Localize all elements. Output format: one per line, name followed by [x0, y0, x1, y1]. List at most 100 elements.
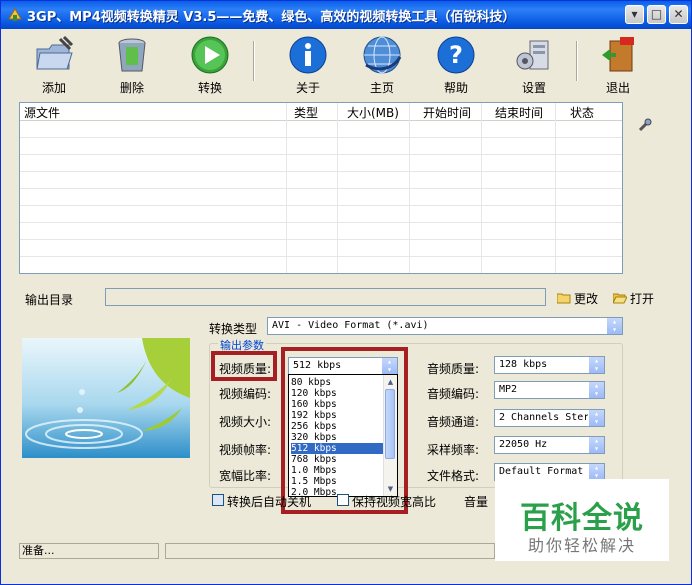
about-button[interactable]: 关于	[275, 31, 341, 97]
file-format-value: Default Format	[499, 466, 584, 477]
video-fps-label: 视频帧率:	[219, 443, 272, 457]
grid-line	[20, 222, 622, 223]
grid-line	[20, 256, 622, 257]
keep-aspect-label: 保持视频宽高比	[352, 495, 437, 509]
grid-line	[20, 154, 622, 155]
status-bar-progress	[165, 543, 495, 559]
chevron-down-icon: ▴ ▾	[588, 382, 604, 398]
column-source-file[interactable]: 源文件	[24, 104, 60, 121]
watermark-title: 百科全说	[520, 501, 644, 536]
audio-channels-value: 2 Channels Stere	[499, 412, 596, 423]
chevron-down-icon: ▴ ▾	[588, 410, 604, 426]
app-window: 3GP、MP4视频转换精灵 V3.5——免费、绿色、高效的视频转换工具（佰锐科技…	[0, 0, 692, 585]
exit-label: 退出	[605, 81, 630, 95]
convert-label: 转换	[197, 81, 222, 95]
open-dir-button[interactable]: 打开	[613, 290, 654, 307]
audio-codec-label: 音频编码:	[427, 387, 480, 401]
column-status[interactable]: 状态	[570, 104, 594, 121]
help-button[interactable]: ? 帮助	[423, 31, 489, 97]
sample-rate-value: 22050 Hz	[499, 439, 548, 450]
maximize-icon: □	[650, 7, 663, 21]
output-dir-label: 输出目录	[25, 293, 74, 307]
keep-aspect-checkbox[interactable]	[337, 494, 349, 506]
audio-channels-select[interactable]: 2 Channels Stere ▴ ▾	[494, 409, 605, 427]
open-folder-icon	[613, 293, 627, 304]
delete-label: 删除	[119, 81, 144, 95]
home-button[interactable]: 主页	[349, 31, 415, 97]
toolbar-separator	[576, 41, 578, 81]
column-type[interactable]: 类型	[294, 104, 318, 121]
help-icon: ?	[437, 36, 475, 74]
audio-quality-select[interactable]: 128 kbps ▴ ▾	[494, 356, 605, 374]
trash-icon	[118, 38, 146, 72]
sample-rate-select[interactable]: 22050 Hz ▴ ▾	[494, 436, 605, 454]
settings-icon	[516, 40, 549, 70]
about-label: 关于	[295, 81, 320, 95]
minimize-button[interactable]: ▾	[625, 5, 644, 24]
watermark-subtitle: 助你轻松解决	[527, 536, 636, 555]
info-icon	[289, 36, 327, 74]
clear-list-icon[interactable]	[637, 117, 653, 133]
grid-line	[20, 205, 622, 206]
audio-codec-value: MP2	[499, 384, 518, 395]
chevron-down-icon: ▴ ▾	[606, 318, 622, 334]
water-leaf-picture	[22, 338, 190, 458]
audio-quality-value: 128 kbps	[499, 359, 548, 370]
settings-button[interactable]: 设置	[501, 31, 567, 97]
title-bar[interactable]: 3GP、MP4视频转换精灵 V3.5——免费、绿色、高效的视频转换工具（佰锐科技…	[1, 1, 691, 29]
file-format-label: 文件格式:	[427, 469, 480, 483]
file-list[interactable]: 源文件 类型 大小(MB) 开始时间 结束时间 状态	[19, 102, 623, 274]
open-dir-label: 打开	[630, 292, 655, 306]
audio-channels-label: 音频通道:	[427, 415, 480, 429]
folder-icon	[557, 293, 571, 304]
convert-button[interactable]: 转换	[177, 31, 243, 97]
highlight-box-dropdown	[281, 347, 408, 514]
output-dir-field[interactable]	[105, 288, 546, 306]
video-size-label: 视频大小:	[219, 415, 272, 429]
toolbar: 添加 删除 转换 关于 主页 ? 帮助 设置 退出	[1, 31, 691, 97]
audio-quality-label: 音频质量:	[427, 362, 480, 376]
minimize-icon: ▾	[631, 7, 638, 21]
preview-image	[22, 338, 190, 458]
column-end-time[interactable]: 结束时间	[495, 104, 543, 121]
add-folder-icon	[36, 35, 74, 70]
file-list-header: 源文件 类型 大小(MB) 开始时间 结束时间 状态	[20, 103, 622, 121]
help-label: 帮助	[443, 81, 468, 95]
delete-button[interactable]: 删除	[99, 31, 165, 97]
chevron-down-icon: ▴ ▾	[588, 437, 604, 453]
grid-line	[20, 137, 622, 138]
close-button[interactable]: ✕	[669, 5, 688, 24]
exit-button[interactable]: 退出	[585, 31, 651, 97]
exit-door-icon	[602, 37, 634, 72]
home-label: 主页	[369, 81, 394, 95]
grid-line	[20, 171, 622, 172]
chevron-down-icon: ▴ ▾	[588, 464, 604, 480]
column-start-time[interactable]: 开始时间	[423, 104, 471, 121]
grid-line	[20, 188, 622, 189]
aspect-ratio-label: 宽幅比率:	[219, 469, 272, 483]
settings-label: 设置	[521, 81, 546, 95]
convert-type-select[interactable]: AVI - Video Format (*.avi) ▴ ▾	[267, 317, 623, 335]
svg-text:?: ?	[449, 41, 463, 69]
toolbar-separator	[253, 41, 255, 81]
change-dir-button[interactable]: 更改	[557, 290, 598, 307]
grid-line	[20, 239, 622, 240]
video-codec-label: 视频编码:	[219, 387, 272, 401]
maximize-button[interactable]: □	[647, 5, 666, 24]
convert-type-value: AVI - Video Format (*.avi)	[272, 320, 429, 331]
highlight-box-quality-label	[211, 351, 277, 381]
volume-label: 音量	[464, 495, 489, 509]
shutdown-label: 转换后自动关机	[227, 495, 312, 509]
convert-type-label: 转换类型	[209, 322, 258, 336]
add-label: 添加	[41, 81, 66, 95]
app-icon	[8, 8, 22, 21]
shutdown-checkbox[interactable]	[212, 494, 224, 506]
change-dir-label: 更改	[574, 292, 599, 306]
close-icon: ✕	[673, 7, 684, 21]
status-bar-text: 准备...	[19, 543, 159, 559]
column-size[interactable]: 大小(MB)	[347, 104, 399, 121]
add-button[interactable]: 添加	[21, 31, 87, 97]
play-icon	[191, 36, 229, 74]
globe-icon	[363, 36, 402, 74]
audio-codec-select[interactable]: MP2 ▴ ▾	[494, 381, 605, 399]
